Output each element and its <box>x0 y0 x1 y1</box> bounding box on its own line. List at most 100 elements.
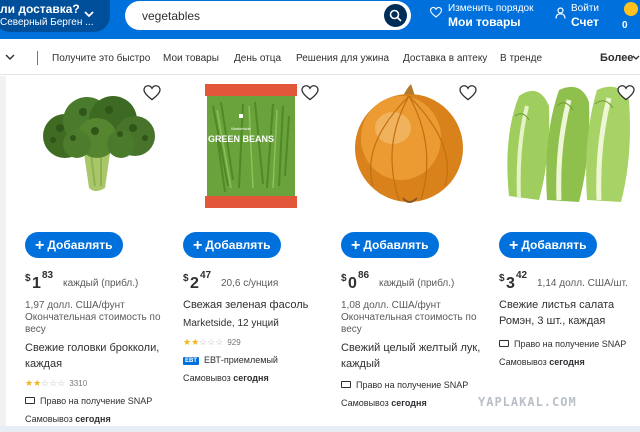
price-note: каждый (прибл.) <box>63 278 139 289</box>
department-nav: Получите это быстро Мои товары День отца… <box>0 39 640 75</box>
delivery-location-selector[interactable]: ли доставка? Северный Берген ... <box>0 0 110 32</box>
heart-icon <box>430 7 442 18</box>
reorder-small-label: Изменить порядок <box>448 3 534 14</box>
snap-eligible: Право на получение SNAP <box>25 396 152 406</box>
snap-card-icon <box>499 340 509 347</box>
add-to-cart-button[interactable]: + Добавлять <box>183 232 281 258</box>
nav-item-trending[interactable]: В тренде <box>500 53 542 64</box>
add-label: Добавлять <box>363 238 429 252</box>
unit-price: 1,97 долл. США/фунт <box>25 300 125 311</box>
weight-note: Окончательная стоимость по весу <box>25 312 161 335</box>
scroll-track <box>0 76 6 432</box>
pickup-info: Самовывоз сегодня <box>25 414 111 424</box>
price-note: 20,6 с/унция <box>221 278 279 289</box>
pickup-when: сегодня <box>75 414 111 424</box>
nav-divider <box>37 51 38 65</box>
plus-icon: + <box>351 237 361 254</box>
ebt-eligible: EBT ЕВТ-приемлемый <box>183 355 278 365</box>
pickup-info: Самовывоз сегодня <box>183 373 269 383</box>
nav-item-my-items[interactable]: Мои товары <box>163 53 219 64</box>
add-label: Добавлять <box>205 238 271 252</box>
nav-more-button[interactable]: Более <box>600 52 633 64</box>
ebt-label: ЕВТ-приемлемый <box>204 355 278 365</box>
cart-count-badge <box>624 2 638 16</box>
price-cents: 42 <box>516 270 528 281</box>
product-card[interactable]: + Добавлять $ 3 42 1,14 долл. США/шт. Све… <box>499 76 640 432</box>
price-note: 1,14 долл. США/шт. <box>537 278 628 289</box>
pickup-label: Самовывоз <box>183 373 231 383</box>
weight-note: Окончательная стоимость по весу <box>341 312 477 335</box>
add-label: Добавлять <box>521 238 587 252</box>
add-to-cart-button[interactable]: + Добавлять <box>341 232 439 258</box>
reorder-my-items[interactable]: Изменить порядок Мои товары <box>430 3 534 30</box>
product-title[interactable]: Свежие листья салата Ромэн, 3 шт., кажда… <box>499 297 634 329</box>
pickup-when: сегодня <box>549 357 585 367</box>
pickup-when: сегодня <box>233 373 269 383</box>
rating-stars: ★★☆☆☆ 929 <box>183 337 241 347</box>
rating-count: 929 <box>227 338 241 347</box>
nav-item-dinner-solutions[interactable]: Решения для ужина <box>296 53 389 64</box>
favorite-heart-icon[interactable] <box>301 85 319 101</box>
pickup-info: Самовывоз сегодня <box>341 398 427 408</box>
add-to-cart-button[interactable]: + Добавлять <box>499 232 597 258</box>
pickup-label: Самовывоз <box>341 398 389 408</box>
search-input[interactable]: vegetables <box>142 9 200 23</box>
price-currency: $ <box>183 273 189 284</box>
favorite-heart-icon[interactable] <box>459 85 477 101</box>
reorder-big-label: Мои товары <box>448 15 521 29</box>
product-title[interactable]: Свежие головки брокколи, каждая <box>25 340 167 372</box>
product-card[interactable]: + Добавлять $ 1 83 каждый (прибл.) 1,97 д… <box>25 76 175 432</box>
add-label: Добавлять <box>47 238 113 252</box>
cart-total: 0 <box>622 20 628 31</box>
price-cents: 47 <box>200 270 212 281</box>
price-cents: 86 <box>358 270 370 281</box>
search-button[interactable] <box>384 4 407 27</box>
package-brand: Marketside <box>231 126 251 131</box>
chevron-down-icon <box>84 11 94 18</box>
product-card[interactable]: Marketside GREEN BEANS + Добавлять $ 2 47… <box>183 76 333 432</box>
favorite-heart-icon[interactable] <box>143 85 161 101</box>
add-to-cart-button[interactable]: + Добавлять <box>25 232 123 258</box>
cart-button[interactable]: 0 <box>618 0 640 39</box>
snap-label: Право на получение SNAP <box>356 380 469 390</box>
nav-item-fathers-day[interactable]: День отца <box>234 53 281 64</box>
snap-card-icon <box>341 381 351 388</box>
plus-icon: + <box>193 237 203 254</box>
top-header: ли доставка? Северный Берген ... vegetab… <box>0 0 640 39</box>
watermark: YAPLAKAL.COM <box>478 395 577 409</box>
nav-item-get-it-fast[interactable]: Получите это быстро <box>52 53 150 64</box>
rating-count: 3310 <box>69 379 88 388</box>
product-title[interactable]: Свежий целый желтый лук, каждый <box>341 340 483 372</box>
price-currency: $ <box>341 273 347 284</box>
account-sign-in[interactable]: Войти Счет <box>555 3 599 30</box>
product-brand-size: Marketside, 12 унций <box>183 318 279 329</box>
account-big-label: Счет <box>571 15 599 29</box>
rating-stars: ★★☆☆☆ 3310 <box>25 378 88 388</box>
snap-label: Право на получение SNAP <box>514 339 627 349</box>
snap-card-icon <box>25 397 35 404</box>
search-bar[interactable]: vegetables <box>125 1 411 30</box>
ebt-tag-icon: EBT <box>183 357 199 365</box>
pickup-label: Самовывоз <box>499 357 547 367</box>
price-currency: $ <box>499 273 505 284</box>
price-dollars: 1 <box>32 275 41 292</box>
pickup-info: Самовывоз сегодня <box>499 357 585 367</box>
price-currency: $ <box>25 273 31 284</box>
price-note: каждый (прибл.) <box>379 278 455 289</box>
nav-item-pharmacy-delivery[interactable]: Доставка в аптеку <box>403 53 487 64</box>
pickup-label: Самовывоз <box>25 414 73 424</box>
plus-icon: + <box>35 237 45 254</box>
price-dollars: 3 <box>506 275 515 292</box>
chevron-down-icon[interactable] <box>4 52 16 62</box>
account-small-label: Войти <box>571 3 599 14</box>
product-title[interactable]: Свежая зеленая фасоль <box>183 297 325 313</box>
snap-label: Право на получение SNAP <box>40 396 153 406</box>
snap-eligible: Право на получение SNAP <box>499 339 626 349</box>
search-icon <box>389 9 402 22</box>
price-dollars: 0 <box>348 275 357 292</box>
product-card[interactable]: + Добавлять $ 0 86 каждый (прибл.) 1,08 д… <box>341 76 491 432</box>
chevron-down-icon <box>632 55 640 60</box>
favorite-heart-icon[interactable] <box>617 85 635 101</box>
user-icon <box>555 7 566 19</box>
pickup-when: сегодня <box>391 398 427 408</box>
